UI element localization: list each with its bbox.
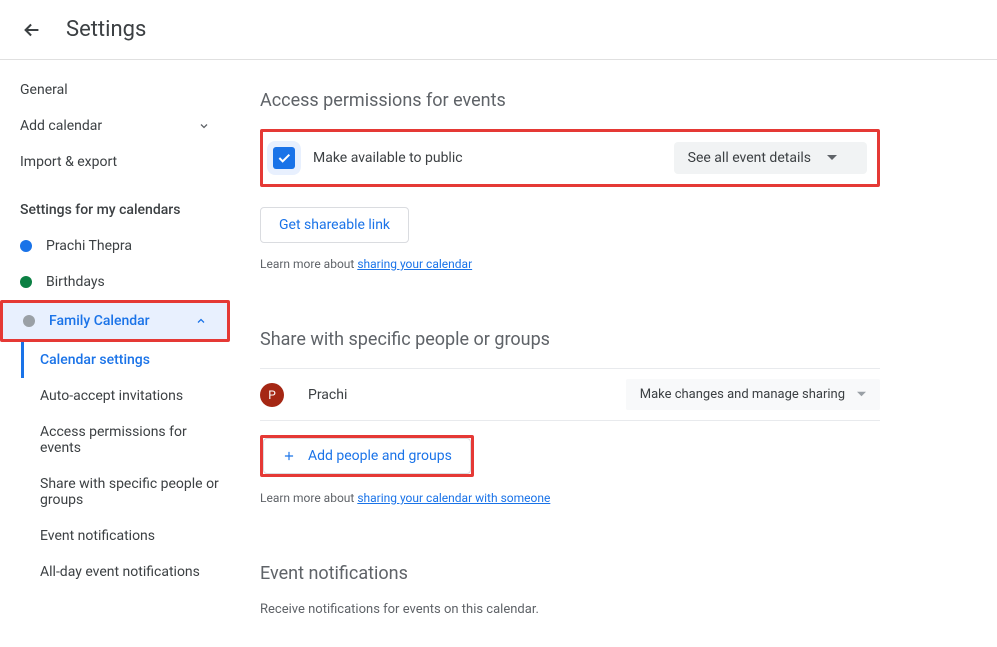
share-permission-label: Make changes and manage sharing bbox=[640, 387, 845, 402]
section-title-share: Share with specific people or groups bbox=[260, 329, 880, 350]
sidebar-sublist: Calendar settings Auto-accept invitation… bbox=[20, 342, 230, 590]
sub-item-share-people[interactable]: Share with specific people or groups bbox=[22, 466, 230, 518]
caret-down-icon bbox=[827, 153, 837, 163]
share-person-row: P Prachi Make changes and manage sharing bbox=[260, 368, 880, 421]
calendar-label: Family Calendar bbox=[49, 313, 150, 329]
sidebar-section-label: Settings for my calendars bbox=[0, 180, 230, 228]
add-people-label: Add people and groups bbox=[308, 448, 452, 464]
sidebar-item-add-calendar[interactable]: Add calendar bbox=[0, 108, 230, 144]
sidebar-item-general[interactable]: General bbox=[0, 72, 230, 108]
sub-item-allday-notifications[interactable]: All-day event notifications bbox=[22, 554, 230, 590]
calendar-label: Prachi Thepra bbox=[46, 238, 132, 254]
back-arrow-icon[interactable] bbox=[20, 18, 44, 42]
sidebar: General Add calendar Import & export Set… bbox=[0, 60, 230, 647]
avatar: P bbox=[260, 383, 284, 407]
share-help-link[interactable]: sharing your calendar with someone bbox=[357, 491, 550, 505]
sub-item-event-notifications[interactable]: Event notifications bbox=[22, 518, 230, 554]
main-content: Access permissions for events Make avail… bbox=[230, 60, 930, 647]
sub-item-calendar-settings[interactable]: Calendar settings bbox=[21, 342, 230, 378]
calendar-color-dot bbox=[20, 276, 32, 288]
public-checkbox[interactable] bbox=[273, 147, 295, 169]
caret-down-icon bbox=[857, 390, 866, 399]
calendar-label: Birthdays bbox=[46, 274, 105, 290]
sub-item-access-permissions[interactable]: Access permissions for events bbox=[22, 414, 230, 466]
sidebar-item-import-export[interactable]: Import & export bbox=[0, 144, 230, 180]
access-help-text: Learn more about sharing your calendar bbox=[260, 257, 880, 271]
share-help-text: Learn more about sharing your calendar w… bbox=[260, 491, 880, 505]
sidebar-label: Add calendar bbox=[20, 118, 102, 134]
app-header: Settings bbox=[0, 0, 997, 60]
sidebar-calendar-prachi[interactable]: Prachi Thepra bbox=[0, 228, 230, 264]
chevron-down-icon bbox=[198, 120, 210, 132]
public-checkbox-label: Make available to public bbox=[313, 150, 463, 166]
visibility-select-label: See all event details bbox=[688, 150, 811, 166]
sidebar-label: Import & export bbox=[20, 154, 117, 170]
page-title: Settings bbox=[66, 17, 146, 42]
sharing-help-link[interactable]: sharing your calendar bbox=[357, 257, 472, 271]
checkmark-icon bbox=[276, 150, 292, 166]
calendar-color-dot bbox=[20, 240, 32, 252]
share-person-name: Prachi bbox=[308, 387, 347, 403]
plus-icon bbox=[282, 449, 296, 463]
section-title-access: Access permissions for events bbox=[260, 90, 880, 111]
calendar-color-dot bbox=[23, 315, 35, 327]
section-title-notifications: Event notifications bbox=[260, 563, 880, 584]
add-people-button[interactable]: Add people and groups bbox=[263, 438, 471, 474]
share-permission-select[interactable]: Make changes and manage sharing bbox=[626, 379, 880, 410]
notifications-description: Receive notifications for events on this… bbox=[260, 602, 880, 617]
chevron-up-icon bbox=[195, 315, 207, 327]
get-shareable-link-button[interactable]: Get shareable link bbox=[260, 207, 409, 243]
sidebar-label: General bbox=[20, 82, 68, 98]
sub-item-auto-accept[interactable]: Auto-accept invitations bbox=[22, 378, 230, 414]
public-permission-row: Make available to public See all event d… bbox=[263, 132, 877, 184]
sidebar-calendar-family[interactable]: Family Calendar bbox=[3, 303, 227, 339]
visibility-select[interactable]: See all event details bbox=[674, 142, 867, 174]
sidebar-calendar-birthdays[interactable]: Birthdays bbox=[0, 264, 230, 300]
